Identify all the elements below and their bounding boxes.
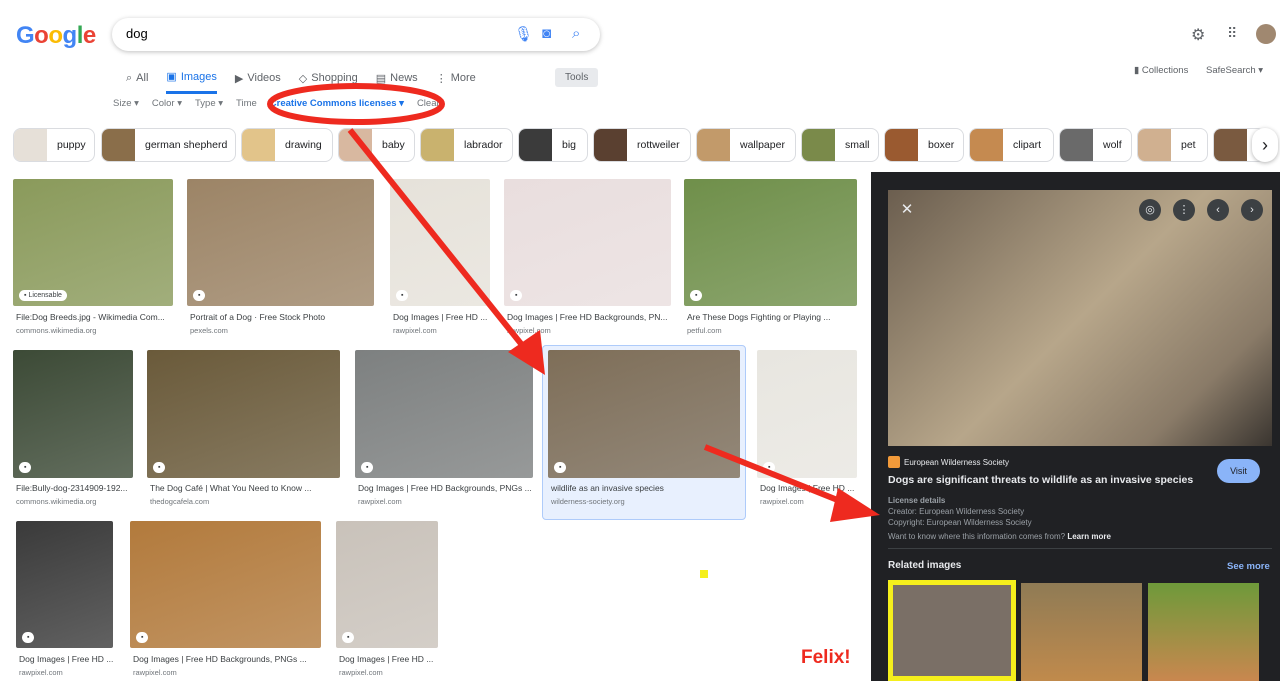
yellow-marker	[700, 570, 708, 578]
signature-text: Felix!	[801, 647, 851, 668]
arrow-to-license	[703, 444, 880, 522]
highlight-ellipse	[267, 83, 445, 125]
annotation-overlay	[267, 83, 880, 578]
arrow-to-result	[347, 128, 545, 375]
